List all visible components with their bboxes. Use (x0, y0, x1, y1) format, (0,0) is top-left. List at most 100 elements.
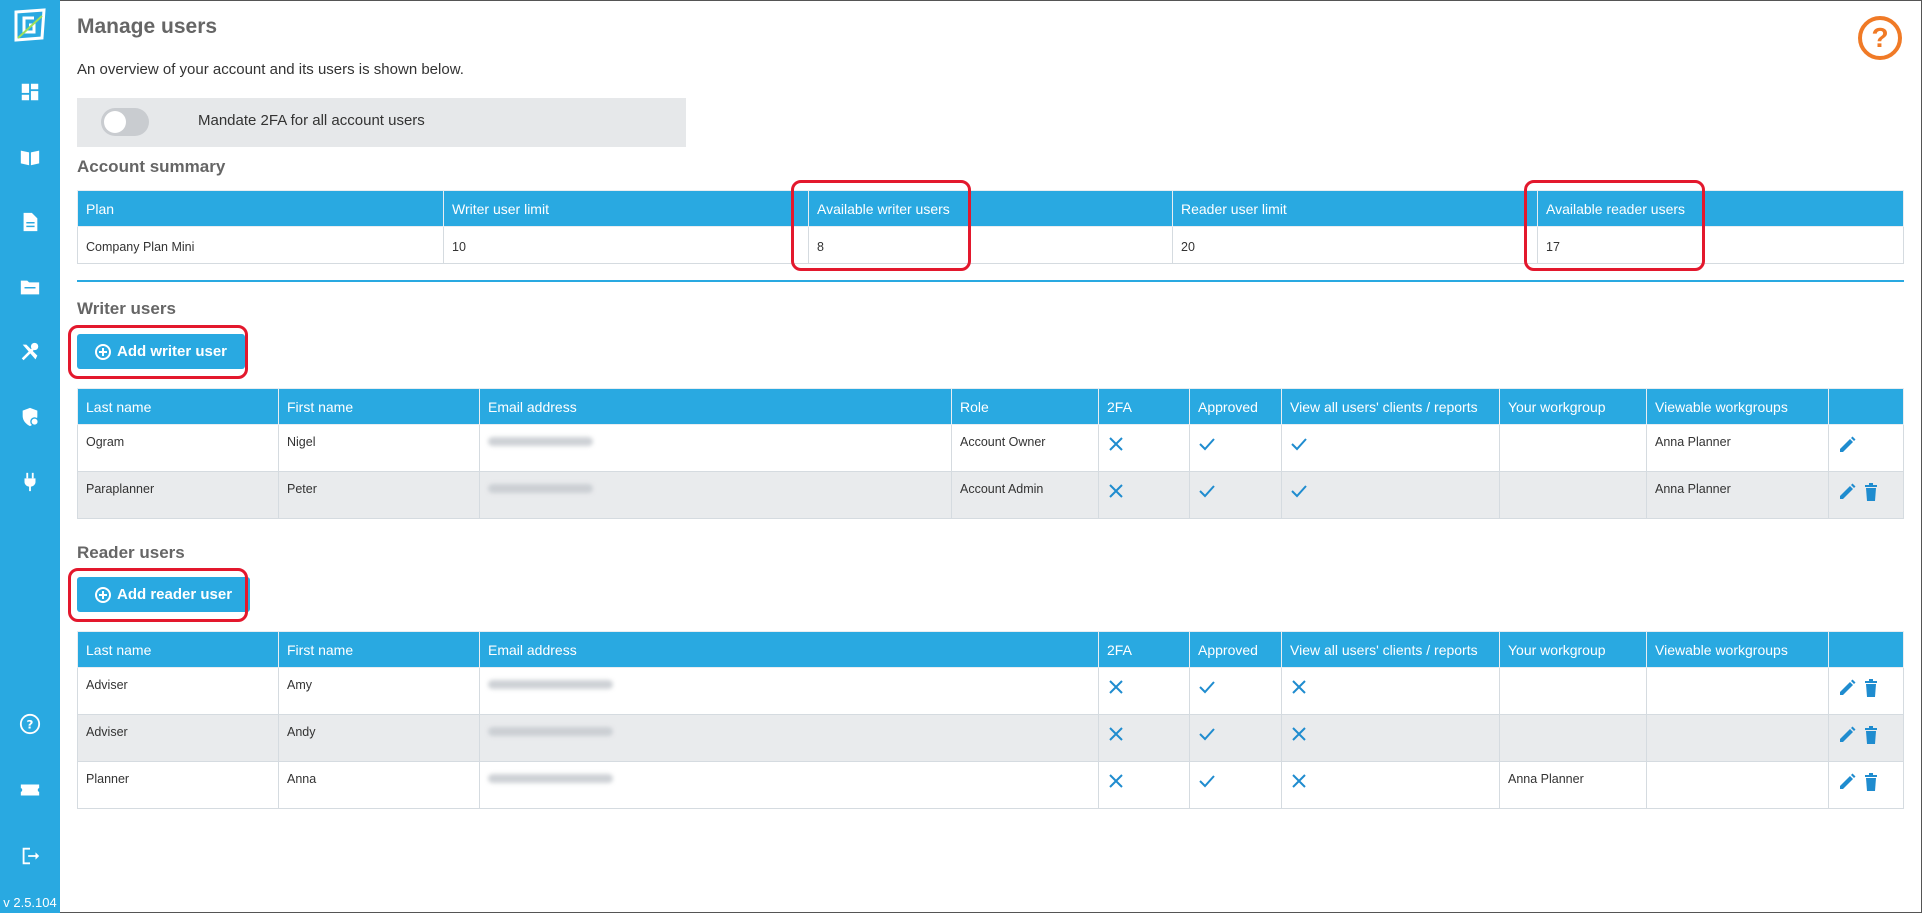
writer-header-viewable-workgroups: Viewable workgroups (1646, 388, 1829, 425)
summary-header-plan: Plan (77, 190, 444, 227)
dashboard-icon[interactable] (18, 80, 42, 104)
edit-pencil-icon[interactable] (1837, 678, 1857, 698)
help-icon[interactable]: ? (18, 712, 42, 736)
security-shield-icon[interactable] (18, 405, 42, 429)
highlight-add-writer (68, 325, 248, 379)
document-icon[interactable] (18, 210, 42, 234)
writer-header-last-name: Last name (77, 388, 279, 425)
first-name-cell: Nigel (278, 424, 480, 472)
redacted-email (488, 437, 593, 446)
redacted-email (488, 774, 613, 783)
check-icon (1290, 435, 1308, 453)
last-name-cell: Paraplanner (77, 471, 279, 519)
twofa-cell (1098, 471, 1190, 519)
writer-header-view-all: View all users' clients / reports (1281, 388, 1500, 425)
reader-header-actions (1828, 631, 1904, 668)
svg-text:?: ? (27, 718, 34, 732)
page-help-icon[interactable]: ? (1858, 16, 1902, 60)
folder-icon[interactable] (18, 275, 42, 299)
tools-icon[interactable] (18, 340, 42, 364)
writer-header-role: Role (951, 388, 1099, 425)
viewable-workgroups-cell: Anna Planner (1646, 471, 1829, 519)
check-icon (1198, 482, 1216, 500)
reader-header-approved: Approved (1189, 631, 1282, 668)
writer-user-row: Paraplanner Peter Account Admin Anna Planne… (77, 471, 1904, 519)
approved-cell (1189, 714, 1282, 762)
cross-icon (1290, 772, 1308, 790)
twofa-cell (1098, 714, 1190, 762)
mandate-2fa-panel: Mandate 2FA for all account users (77, 98, 686, 147)
edit-pencil-icon[interactable] (1837, 482, 1857, 502)
email-cell (479, 424, 952, 472)
row-actions (1828, 667, 1904, 715)
viewable-workgroups-cell (1646, 714, 1829, 762)
delete-trash-icon[interactable] (1861, 725, 1881, 745)
writer-users-table: Last name First name Email address Role … (77, 388, 1904, 519)
reader-header-2fa: 2FA (1098, 631, 1190, 668)
redacted-email (488, 727, 613, 736)
logout-icon[interactable] (18, 844, 42, 868)
cross-icon (1107, 435, 1125, 453)
first-name-cell: Amy (278, 667, 480, 715)
twofa-cell (1098, 667, 1190, 715)
book-icon[interactable] (18, 145, 42, 169)
view-all-cell (1281, 424, 1500, 472)
reader-header-view-all: View all users' clients / reports (1281, 631, 1500, 668)
summary-writer-limit: 10 (443, 226, 809, 264)
section-divider (77, 280, 1904, 282)
cross-icon (1107, 482, 1125, 500)
writer-header-first-name: First name (278, 388, 480, 425)
mandate-2fa-toggle[interactable] (101, 108, 149, 136)
row-actions (1828, 714, 1904, 762)
row-actions (1828, 761, 1904, 809)
edit-pencil-icon[interactable] (1837, 435, 1857, 455)
cross-icon (1107, 678, 1125, 696)
last-name-cell: Adviser (77, 714, 279, 762)
ticket-icon[interactable] (18, 778, 42, 802)
cross-icon (1107, 772, 1125, 790)
check-icon (1290, 482, 1308, 500)
reader-user-row: Planner Anna Anna Planner (77, 761, 1904, 809)
page-intro: An overview of your account and its user… (77, 61, 464, 78)
plug-icon[interactable] (18, 470, 42, 494)
reader-header-last-name: Last name (77, 631, 279, 668)
first-name-cell: Peter (278, 471, 480, 519)
row-actions (1828, 424, 1904, 472)
delete-trash-icon[interactable] (1861, 678, 1881, 698)
check-icon (1198, 678, 1216, 696)
view-all-cell (1281, 714, 1500, 762)
view-all-cell (1281, 667, 1500, 715)
twofa-cell (1098, 761, 1190, 809)
view-all-cell (1281, 471, 1500, 519)
writer-header-approved: Approved (1189, 388, 1282, 425)
reader-header-viewable-workgroups: Viewable workgroups (1646, 631, 1829, 668)
writer-header-actions (1828, 388, 1904, 425)
approved-cell (1189, 667, 1282, 715)
email-cell (479, 761, 1099, 809)
writer-header-your-workgroup: Your workgroup (1499, 388, 1647, 425)
your-workgroup-cell (1499, 667, 1647, 715)
viewable-workgroups-cell: Anna Planner (1646, 424, 1829, 472)
check-icon (1198, 435, 1216, 453)
edit-pencil-icon[interactable] (1837, 772, 1857, 792)
highlight-available-readers (1524, 180, 1705, 271)
check-icon (1198, 725, 1216, 743)
your-workgroup-cell (1499, 471, 1647, 519)
summary-header-reader-limit: Reader user limit (1172, 190, 1538, 227)
approved-cell (1189, 424, 1282, 472)
row-actions (1828, 471, 1904, 519)
first-name-cell: Anna (278, 761, 480, 809)
email-cell (479, 714, 1099, 762)
delete-trash-icon[interactable] (1861, 772, 1881, 792)
reader-header-your-workgroup: Your workgroup (1499, 631, 1647, 668)
cross-icon (1290, 678, 1308, 696)
app-logo-icon[interactable] (12, 8, 48, 42)
last-name-cell: Adviser (77, 667, 279, 715)
highlight-add-reader (68, 568, 248, 622)
viewable-workgroups-cell (1646, 761, 1829, 809)
edit-pencil-icon[interactable] (1837, 725, 1857, 745)
first-name-cell: Andy (278, 714, 480, 762)
reader-user-row: Adviser Amy (77, 667, 1904, 715)
summary-reader-limit: 20 (1172, 226, 1538, 264)
delete-trash-icon[interactable] (1861, 482, 1881, 502)
